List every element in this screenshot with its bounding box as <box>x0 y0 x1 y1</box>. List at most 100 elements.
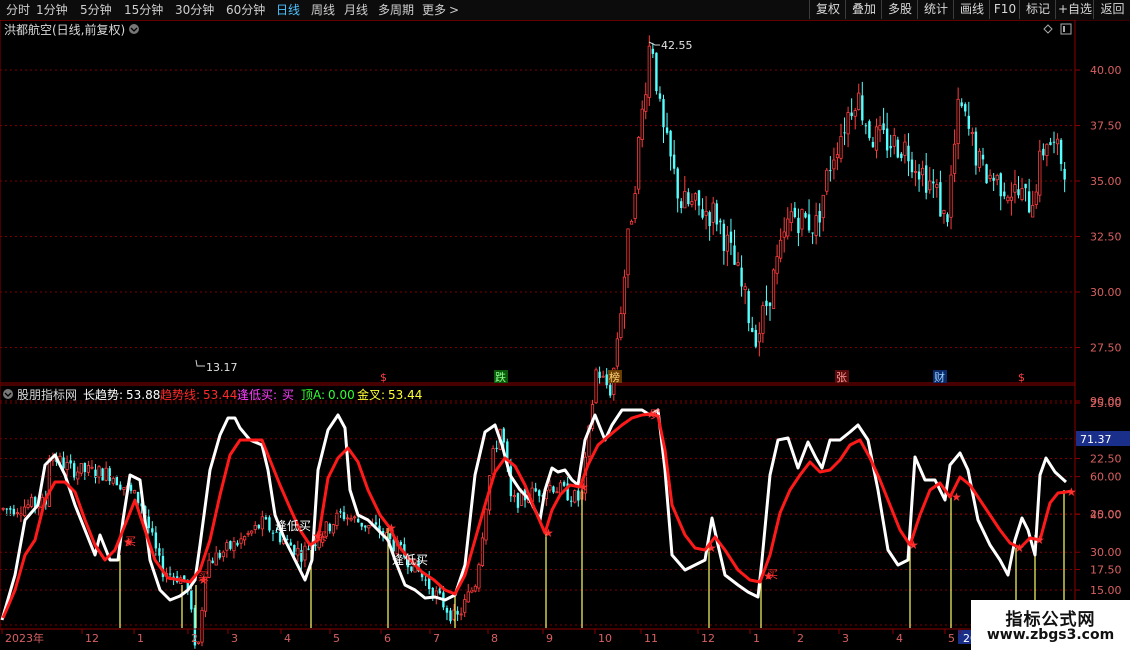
stock-chart[interactable]: 40.0037.5035.0032.5030.0027.5025.0022.50… <box>0 20 1130 650</box>
time-label: 2 <box>797 632 804 645</box>
candle-body-up <box>913 171 918 173</box>
candle-body-down <box>1052 141 1056 143</box>
candle-body-down <box>360 522 363 527</box>
candle-body-up <box>903 141 907 156</box>
price-tick-label: 40.00 <box>1090 64 1122 77</box>
candle-body-up <box>970 132 974 135</box>
time-label: 9 <box>546 632 553 645</box>
period-tab-daily[interactable]: 日线 <box>276 2 300 18</box>
golden-cross-label: 金叉: <box>357 387 385 402</box>
candle-body-down <box>289 542 292 546</box>
buy-signal-label: 买 <box>650 408 661 421</box>
event-marker-board[interactable]: 榜 <box>609 370 620 384</box>
candle-body-up <box>512 495 517 498</box>
candle-body-up <box>345 517 350 520</box>
star-marker: ★ <box>1066 485 1077 499</box>
candle-body-up <box>463 599 467 613</box>
period-tab-more[interactable]: 更多 <box>422 2 446 18</box>
multi-stock-button[interactable]: 多股 <box>881 0 918 19</box>
f10-button[interactable]: F10 <box>989 0 1020 19</box>
period-tab-5min[interactable]: 5分钟 <box>80 2 112 18</box>
candle-body-up <box>956 98 960 145</box>
collapse-panel-icon[interactable] <box>129 24 139 34</box>
signal-markers: ★★★★ ★★★★★★★★★★买买买买买逢低买逢低买 <box>123 407 1077 587</box>
indicator-tick-label: 60.00 <box>1090 471 1122 484</box>
period-tab-15min[interactable]: 15分钟 <box>124 2 163 18</box>
indicator-tick-label: 90.00 <box>1090 395 1122 408</box>
overlay-button[interactable]: 叠加 <box>845 0 882 19</box>
candle-body-up <box>76 471 80 480</box>
candle-body-up <box>825 169 829 192</box>
mark-button[interactable]: 标记 <box>1019 0 1056 19</box>
candle-body-down <box>964 104 967 112</box>
candle-body-down <box>69 460 72 464</box>
draw-line-button[interactable]: 画线 <box>953 0 990 19</box>
adjust-price-button[interactable]: 复权 <box>809 0 846 19</box>
period-tab-multi[interactable]: 多周期 <box>378 2 414 18</box>
time-label: 11 <box>644 632 658 645</box>
event-marker-dollar[interactable]: $ <box>380 371 387 384</box>
price-tick-label: 27.50 <box>1090 342 1122 355</box>
candle-body-down <box>1027 191 1031 213</box>
time-label: 12 <box>85 632 99 645</box>
candle-body-up <box>214 552 218 566</box>
candle-body-down <box>974 131 978 166</box>
event-marker-finance[interactable]: 财 <box>934 370 945 384</box>
event-marker-drop[interactable]: 跌 <box>495 370 506 384</box>
trend-line-value: 53.44 <box>203 388 237 402</box>
candle-body-up <box>232 541 236 552</box>
price-tick-label: 30.00 <box>1090 286 1122 299</box>
candle-body-down <box>364 525 367 528</box>
star-marker: ★ <box>386 521 397 535</box>
statistics-button[interactable]: 统计 <box>917 0 954 19</box>
candle-body-down <box>502 428 505 443</box>
event-marker-dollar-2[interactable]: $ <box>1018 371 1025 384</box>
maximize-panel-icon[interactable] <box>1060 23 1072 35</box>
candle-body-up <box>771 269 776 309</box>
candle-body-down <box>1049 142 1052 146</box>
dip-buy-label: 逢低买: <box>237 388 277 402</box>
candle-body-up <box>800 209 804 230</box>
chevron-right-icon[interactable]: > <box>449 2 459 18</box>
period-tab-30min[interactable]: 30分钟 <box>175 2 214 18</box>
candle-body-up <box>484 508 488 541</box>
period-tab-60min[interactable]: 60分钟 <box>226 2 265 18</box>
candle-body-down <box>793 207 797 218</box>
candle-body-down <box>729 231 733 243</box>
candle-body-up <box>246 532 250 535</box>
candle-body-down <box>754 329 757 347</box>
candle-body-up <box>200 609 204 643</box>
candle-body-down <box>9 508 12 510</box>
period-tab-weekly[interactable]: 周线 <box>311 2 335 18</box>
candle-body-up <box>548 485 552 491</box>
candlesticks <box>1 35 1066 649</box>
period-tab-monthly[interactable]: 月线 <box>344 2 368 18</box>
period-tab-1min[interactable]: 1分钟 <box>36 2 68 18</box>
time-label: 10 <box>598 632 612 645</box>
candle-body-down <box>605 374 608 386</box>
candle-body-down <box>797 217 800 234</box>
candle-body-down <box>236 542 239 546</box>
candle-body-down <box>211 560 214 564</box>
period-tab-timeshare[interactable]: 分时 <box>6 2 30 18</box>
candle-body-down <box>552 486 555 493</box>
candle-body-down <box>992 177 995 181</box>
candle-body-down <box>985 164 988 184</box>
watermark: 指标公式网 www.zbgs3.com <box>971 600 1130 650</box>
candle-body-down <box>115 476 118 486</box>
collapse-indicator-icon[interactable] <box>3 389 13 399</box>
back-button[interactable]: 返回 <box>1093 0 1130 19</box>
candle-body-down <box>314 544 317 546</box>
event-marker-rise[interactable]: 张 <box>836 371 847 384</box>
low-marker <box>195 359 205 367</box>
diamond-icon[interactable] <box>1043 24 1053 34</box>
candle-body-down <box>864 125 868 127</box>
candle-body-down <box>534 488 537 492</box>
candle-body-down <box>229 541 232 549</box>
candle-body-up <box>846 112 850 135</box>
candle-body-down <box>925 165 928 193</box>
candle-body-down <box>410 566 413 572</box>
add-watchlist-button[interactable]: +自选 <box>1055 0 1094 19</box>
candle-body-up <box>132 490 137 494</box>
top-a-value: 0.00 <box>328 388 355 402</box>
